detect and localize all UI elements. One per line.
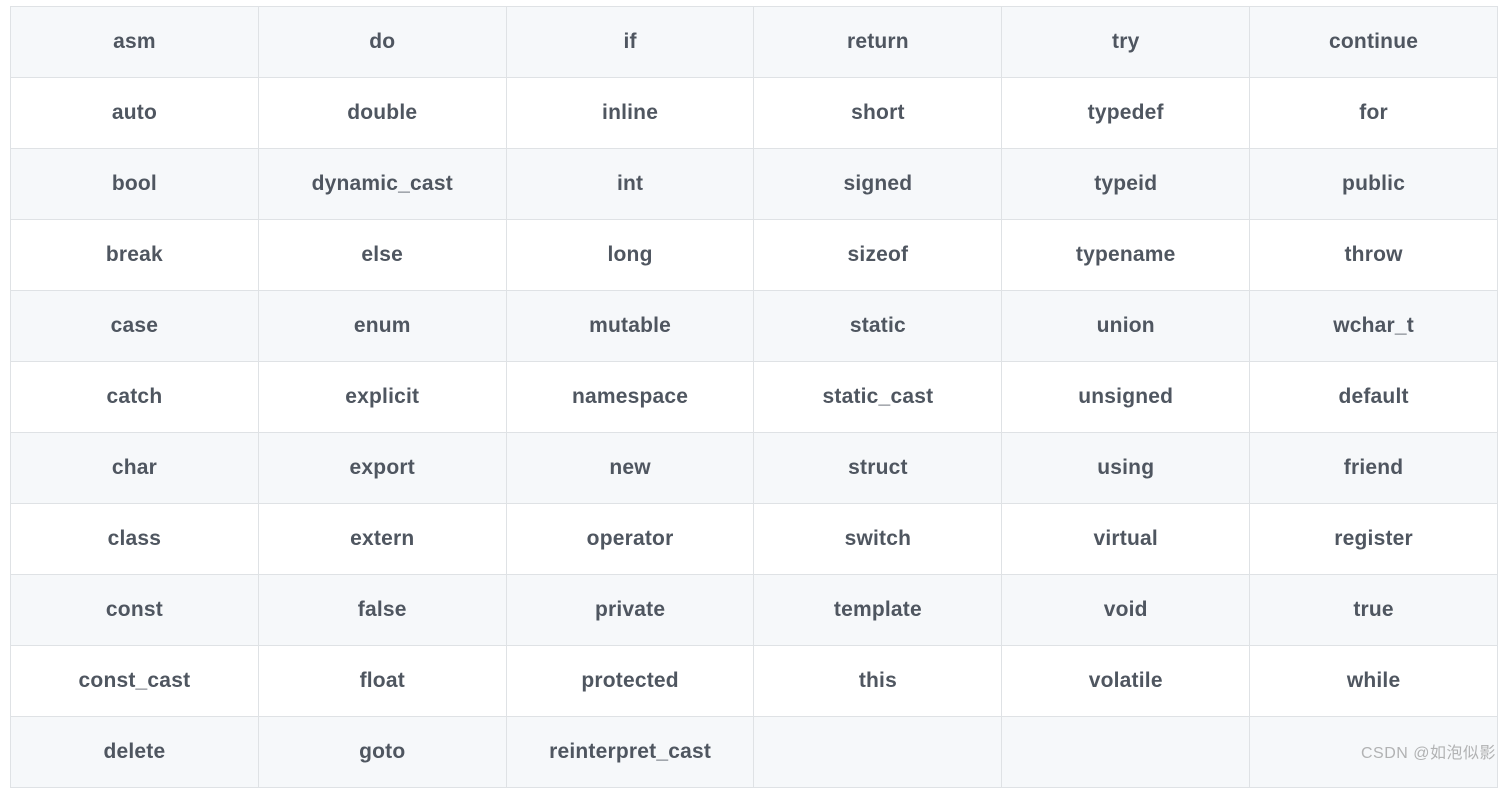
table-cell: virtual bbox=[1002, 504, 1250, 575]
table-cell: typedef bbox=[1002, 78, 1250, 149]
table-row: delete goto reinterpret_cast bbox=[11, 717, 1498, 788]
table-cell: auto bbox=[11, 78, 259, 149]
table-row: char export new struct using friend bbox=[11, 433, 1498, 504]
table-cell: operator bbox=[506, 504, 754, 575]
table-row: const_cast float protected this volatile… bbox=[11, 646, 1498, 717]
table-cell: char bbox=[11, 433, 259, 504]
table-cell: false bbox=[258, 575, 506, 646]
table-cell: this bbox=[754, 646, 1002, 717]
table-cell: short bbox=[754, 78, 1002, 149]
table-cell: while bbox=[1250, 646, 1498, 717]
table-cell: static_cast bbox=[754, 362, 1002, 433]
table-cell: protected bbox=[506, 646, 754, 717]
table-row: bool dynamic_cast int signed typeid publ… bbox=[11, 149, 1498, 220]
table-header-cell: do bbox=[258, 7, 506, 78]
table-cell: inline bbox=[506, 78, 754, 149]
table-cell: using bbox=[1002, 433, 1250, 504]
table-header-cell: if bbox=[506, 7, 754, 78]
page-container: asm do if return try continue auto doubl… bbox=[0, 0, 1508, 788]
table-cell: friend bbox=[1250, 433, 1498, 504]
table-row: const false private template void true bbox=[11, 575, 1498, 646]
table-row: class extern operator switch virtual reg… bbox=[11, 504, 1498, 575]
table-header-row: asm do if return try continue bbox=[11, 7, 1498, 78]
table-cell: switch bbox=[754, 504, 1002, 575]
table-cell: true bbox=[1250, 575, 1498, 646]
table-cell: template bbox=[754, 575, 1002, 646]
table-cell: catch bbox=[11, 362, 259, 433]
table-cell bbox=[754, 717, 1002, 788]
table-cell: typename bbox=[1002, 220, 1250, 291]
table-cell: unsigned bbox=[1002, 362, 1250, 433]
table-cell: int bbox=[506, 149, 754, 220]
table-cell: else bbox=[258, 220, 506, 291]
table-cell: default bbox=[1250, 362, 1498, 433]
table-cell: wchar_t bbox=[1250, 291, 1498, 362]
table-header-cell: asm bbox=[11, 7, 259, 78]
table-cell: for bbox=[1250, 78, 1498, 149]
table-header-cell: try bbox=[1002, 7, 1250, 78]
table-cell: volatile bbox=[1002, 646, 1250, 717]
table-cell: export bbox=[258, 433, 506, 504]
table-cell: sizeof bbox=[754, 220, 1002, 291]
table-head: asm do if return try continue bbox=[11, 7, 1498, 78]
table-cell: explicit bbox=[258, 362, 506, 433]
table-body: auto double inline short typedef for boo… bbox=[11, 78, 1498, 788]
table-cell: void bbox=[1002, 575, 1250, 646]
table-cell: goto bbox=[258, 717, 506, 788]
table-cell: const bbox=[11, 575, 259, 646]
table-cell: enum bbox=[258, 291, 506, 362]
table-cell: new bbox=[506, 433, 754, 504]
table-cell: register bbox=[1250, 504, 1498, 575]
table-cell: throw bbox=[1250, 220, 1498, 291]
table-cell: dynamic_cast bbox=[258, 149, 506, 220]
table-row: case enum mutable static union wchar_t bbox=[11, 291, 1498, 362]
table-row: auto double inline short typedef for bbox=[11, 78, 1498, 149]
table-cell: typeid bbox=[1002, 149, 1250, 220]
table-cell: private bbox=[506, 575, 754, 646]
table-row: break else long sizeof typename throw bbox=[11, 220, 1498, 291]
table-cell: class bbox=[11, 504, 259, 575]
table-cell: union bbox=[1002, 291, 1250, 362]
table-cell: case bbox=[11, 291, 259, 362]
table-cell: double bbox=[258, 78, 506, 149]
table-row: catch explicit namespace static_cast uns… bbox=[11, 362, 1498, 433]
table-cell: extern bbox=[258, 504, 506, 575]
table-cell: reinterpret_cast bbox=[506, 717, 754, 788]
table-cell: bool bbox=[11, 149, 259, 220]
table-cell: long bbox=[506, 220, 754, 291]
table-header-cell: continue bbox=[1250, 7, 1498, 78]
table-cell: const_cast bbox=[11, 646, 259, 717]
table-cell: public bbox=[1250, 149, 1498, 220]
table-cell bbox=[1250, 717, 1498, 788]
table-cell: delete bbox=[11, 717, 259, 788]
table-cell: break bbox=[11, 220, 259, 291]
table-cell: float bbox=[258, 646, 506, 717]
table-header-cell: return bbox=[754, 7, 1002, 78]
table-cell: namespace bbox=[506, 362, 754, 433]
table-cell: signed bbox=[754, 149, 1002, 220]
table-cell: mutable bbox=[506, 291, 754, 362]
table-cell: struct bbox=[754, 433, 1002, 504]
table-cell bbox=[1002, 717, 1250, 788]
keywords-table: asm do if return try continue auto doubl… bbox=[10, 6, 1498, 788]
table-cell: static bbox=[754, 291, 1002, 362]
